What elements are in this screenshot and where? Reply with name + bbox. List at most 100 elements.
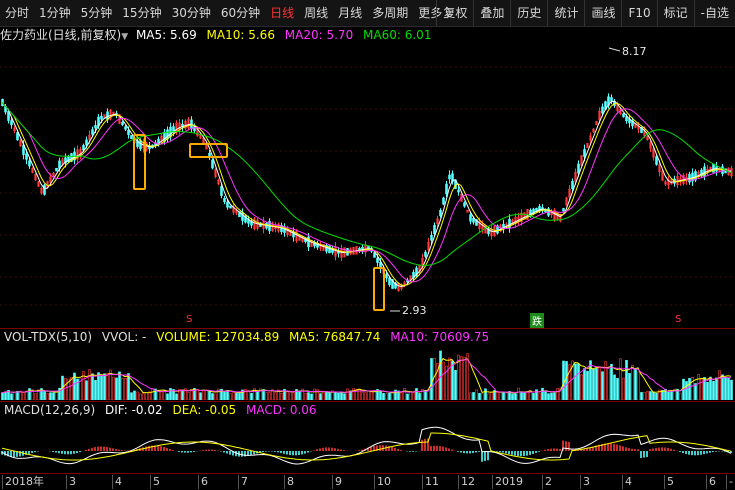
period-tab-4[interactable]: 30分钟 bbox=[167, 0, 216, 26]
candle bbox=[469, 214, 472, 222]
volume-bar bbox=[325, 392, 328, 400]
volume-bar bbox=[25, 390, 28, 400]
period-tab-3[interactable]: 15分钟 bbox=[117, 0, 166, 26]
volume-bar bbox=[160, 391, 163, 400]
volume-value: VOLUME: 127034.89 bbox=[156, 330, 280, 344]
volume-bar bbox=[199, 392, 202, 400]
volume-bar bbox=[649, 391, 652, 400]
action-button-1[interactable]: 叠加 bbox=[473, 0, 510, 26]
candlestick-chart[interactable] bbox=[0, 43, 735, 325]
action-button-6[interactable]: 标记 bbox=[656, 0, 694, 26]
candle bbox=[211, 159, 214, 169]
volume-bar bbox=[634, 367, 637, 400]
volume-bar bbox=[136, 391, 139, 400]
volume-bar bbox=[544, 390, 547, 400]
candle bbox=[124, 126, 127, 130]
volume-indicator-name[interactable]: VOL-TDX(5,10) bbox=[4, 330, 92, 344]
volume-bar bbox=[547, 393, 550, 400]
candle bbox=[229, 205, 232, 209]
volume-bar bbox=[586, 370, 589, 400]
action-button-7[interactable]: -自选 bbox=[693, 0, 735, 26]
volume-bar bbox=[484, 388, 487, 400]
volume-bar bbox=[28, 388, 31, 400]
x-axis-label: 12 bbox=[458, 475, 475, 489]
action-button-2[interactable]: 历史 bbox=[510, 0, 547, 26]
volume-bar bbox=[367, 390, 370, 400]
candle bbox=[85, 139, 88, 146]
volume-bar bbox=[289, 392, 292, 400]
candle bbox=[43, 184, 46, 195]
volume-bar bbox=[622, 377, 625, 400]
candle bbox=[25, 153, 28, 160]
period-tab-9[interactable]: 多周期 bbox=[367, 0, 413, 26]
action-button-4[interactable]: 画线 bbox=[584, 0, 621, 26]
action-button-0[interactable]: 复权 bbox=[436, 0, 473, 26]
volume-bar bbox=[286, 391, 289, 400]
volume-bar bbox=[97, 372, 100, 400]
sell-marker: S bbox=[186, 314, 193, 325]
volume-bar bbox=[460, 356, 463, 400]
volume-bar bbox=[433, 357, 436, 400]
volume-info: VOL-TDX(5,10) VVOL: - VOLUME: 127034.89 … bbox=[0, 328, 735, 345]
x-axis-label: 5 bbox=[664, 475, 674, 489]
volume-bar bbox=[550, 392, 553, 400]
macd-chart[interactable] bbox=[0, 417, 735, 473]
volume-bar bbox=[697, 374, 700, 400]
volume-bar bbox=[322, 392, 325, 400]
volume-bar bbox=[418, 393, 421, 400]
volume-bar bbox=[280, 393, 283, 400]
volume-bar bbox=[298, 390, 301, 400]
macd-indicator-name[interactable]: MACD(12,26,9) bbox=[4, 403, 95, 417]
stock-chart-app: { "toolbar": { "periods": ["分时","1分钟","5… bbox=[0, 0, 735, 490]
period-tab-1[interactable]: 1分钟 bbox=[34, 0, 76, 26]
period-tab-6[interactable]: 日线 bbox=[265, 0, 299, 26]
candle bbox=[139, 140, 142, 149]
volume-bar bbox=[574, 363, 577, 400]
period-tab-8[interactable]: 月线 bbox=[333, 0, 367, 26]
x-axis-label: 5 bbox=[150, 475, 160, 489]
candle bbox=[433, 225, 436, 234]
volume-bar bbox=[274, 392, 277, 400]
volume-bar bbox=[106, 373, 109, 400]
volume-bar bbox=[505, 392, 508, 400]
volume-bar bbox=[712, 380, 715, 400]
period-tab-7[interactable]: 周线 bbox=[299, 0, 333, 26]
candle bbox=[388, 277, 391, 286]
action-button-5[interactable]: F10 bbox=[621, 0, 656, 26]
candle bbox=[610, 97, 613, 102]
period-tab-2[interactable]: 5分钟 bbox=[76, 0, 118, 26]
volume-chart[interactable] bbox=[0, 345, 735, 400]
volume-bar bbox=[121, 377, 124, 400]
ma60-line bbox=[1, 102, 732, 266]
volume-bar bbox=[655, 393, 658, 400]
volume-bar bbox=[538, 393, 541, 400]
ma20-line bbox=[1, 102, 732, 283]
chevron-down-icon[interactable]: ▼ bbox=[121, 32, 128, 42]
dea-line bbox=[1, 432, 732, 461]
action-button-3[interactable]: 统计 bbox=[547, 0, 584, 26]
candle bbox=[94, 125, 97, 129]
x-axis-label: 10 bbox=[374, 475, 391, 489]
volume-bar bbox=[343, 393, 346, 400]
volume-bar bbox=[454, 370, 457, 400]
period-tab-0[interactable]: 分时 bbox=[0, 0, 34, 26]
volume-bar bbox=[643, 392, 646, 400]
volume-bar bbox=[517, 387, 520, 400]
volume-bar bbox=[151, 388, 154, 400]
volume-bar bbox=[304, 392, 307, 400]
volume-bar bbox=[133, 390, 136, 400]
period-tab-5[interactable]: 60分钟 bbox=[216, 0, 265, 26]
vol-ma5-value: MA5: 76847.74 bbox=[289, 330, 381, 344]
volume-bar bbox=[256, 390, 259, 400]
volume-bar bbox=[613, 374, 616, 400]
volume-bar bbox=[310, 393, 313, 400]
volume-bar bbox=[652, 391, 655, 400]
volume-bar bbox=[196, 389, 199, 400]
volume-bar bbox=[226, 390, 229, 400]
volume-bar bbox=[625, 359, 628, 400]
volume-bar bbox=[727, 377, 730, 400]
candle bbox=[223, 198, 226, 202]
stock-title[interactable]: 佐力药业(日线,前复权) bbox=[0, 28, 121, 42]
volume-bar bbox=[388, 392, 391, 400]
candle bbox=[55, 168, 58, 172]
